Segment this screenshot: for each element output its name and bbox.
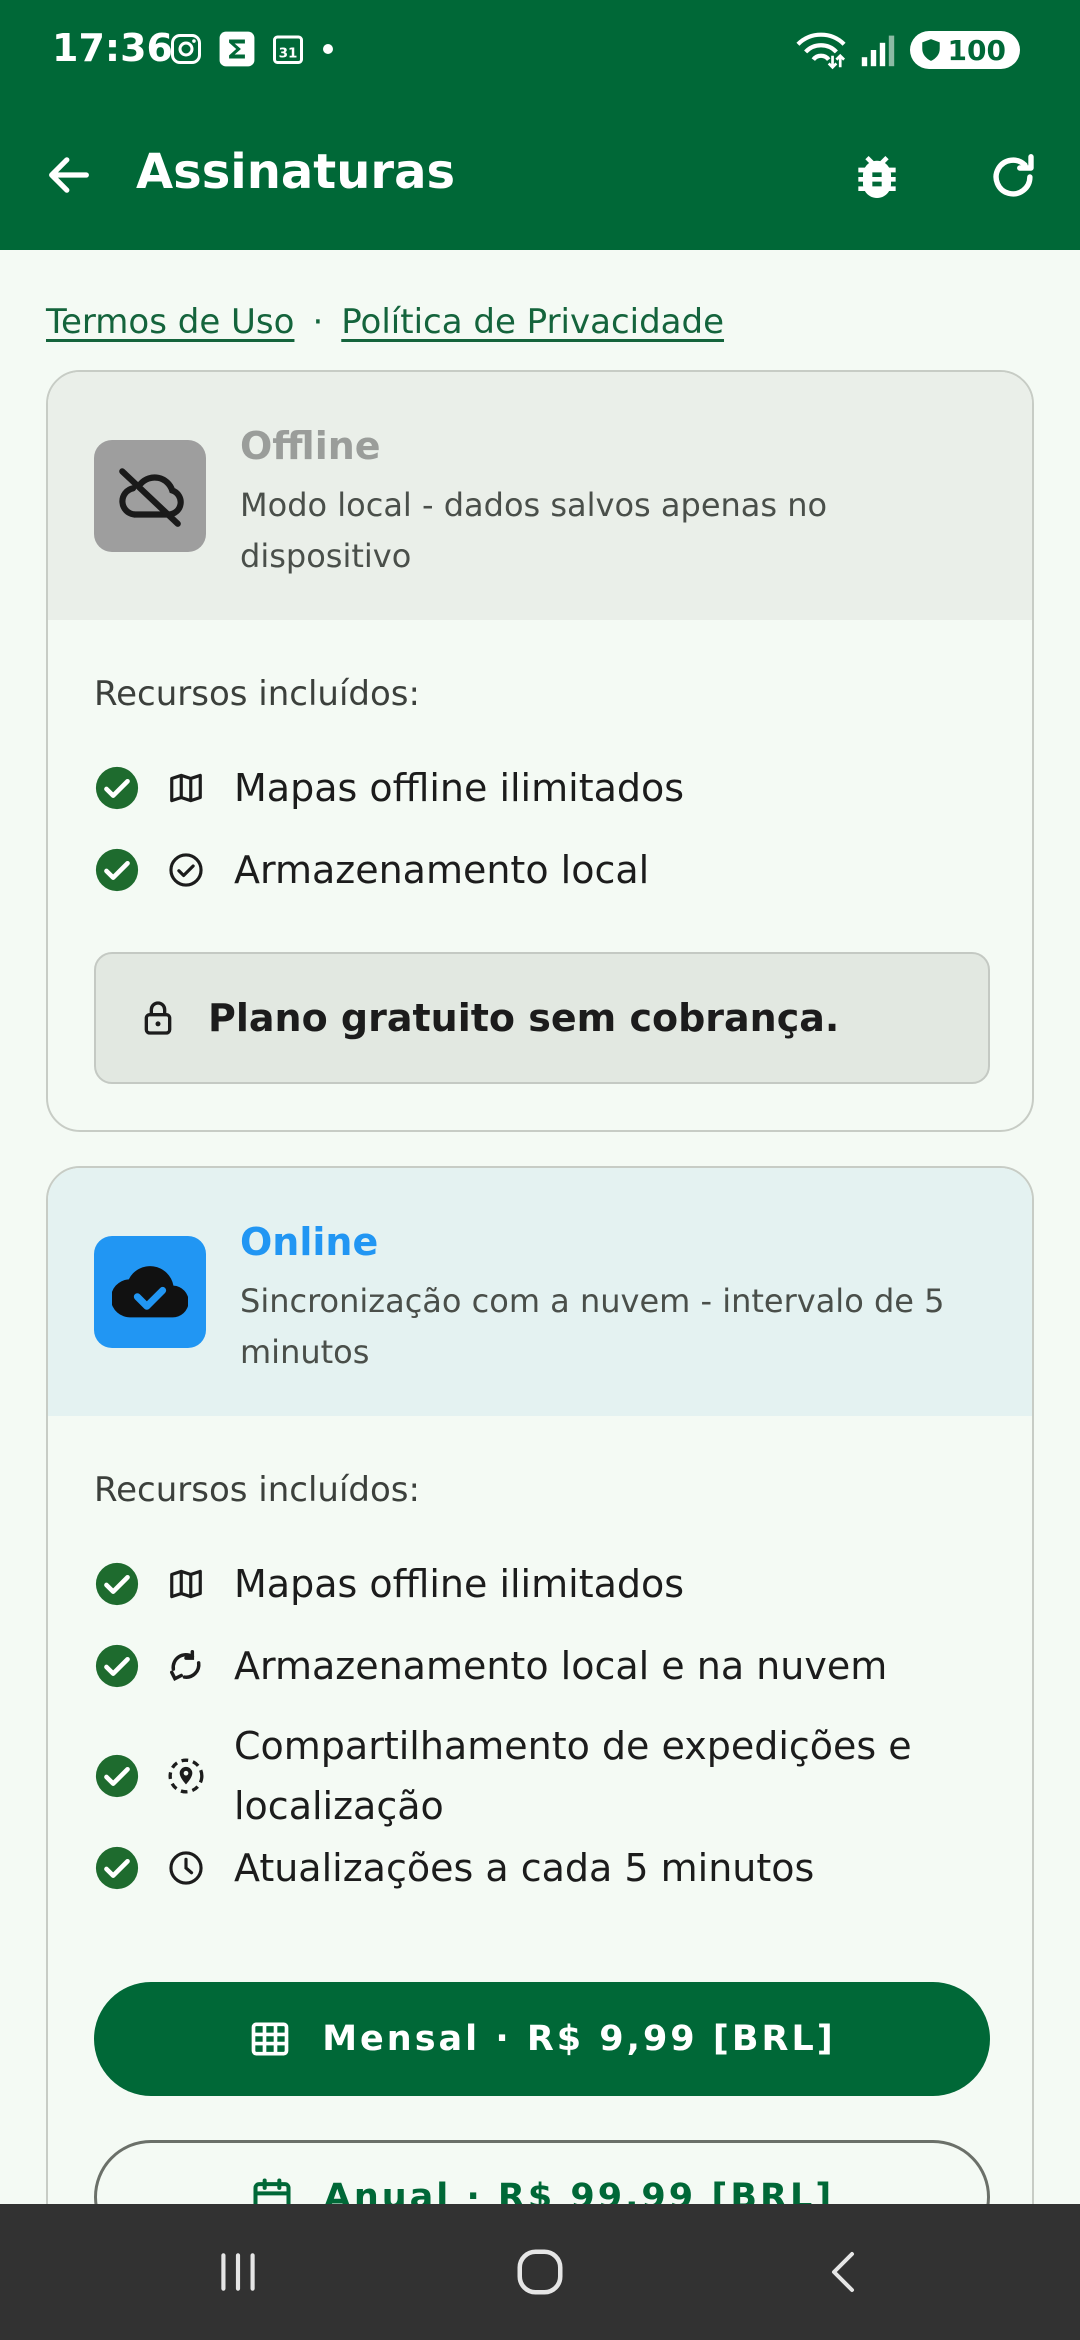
check-circle-filled-icon xyxy=(95,766,139,810)
lock-icon xyxy=(144,1001,172,1035)
feature-item: Mapas offline ilimitados xyxy=(94,758,994,818)
plan-icon-box xyxy=(94,440,206,552)
feature-text: Mapas offline ilimitados xyxy=(234,766,685,810)
wifi-icon xyxy=(795,32,846,70)
check-circle-filled-icon xyxy=(95,848,139,892)
clock-icon xyxy=(169,1851,203,1885)
battery-indicator: 100 xyxy=(909,31,1020,69)
system-navigation-bar xyxy=(0,2204,1080,2340)
back-button[interactable] xyxy=(36,142,102,208)
arrow-back-icon xyxy=(49,157,89,193)
back-nav-icon xyxy=(832,2252,854,2292)
free-plan-text: Plano gratuito sem cobrança. xyxy=(208,996,840,1040)
plan-header: Online Sincronização com a nuvem - inter… xyxy=(48,1168,1032,1416)
share-location-icon xyxy=(168,1758,204,1794)
status-bar: 17:36 31 100 xyxy=(0,0,1080,100)
back-nav-button[interactable] xyxy=(804,2232,884,2312)
plan-icon-box xyxy=(94,1236,206,1348)
check-circle-filled-icon xyxy=(95,1846,139,1890)
status-time: 17:36 xyxy=(52,26,173,70)
home-button[interactable] xyxy=(500,2232,580,2312)
plan-title: Online xyxy=(240,1220,379,1264)
monthly-plan-label: Mensal · R$ 9,99 [BRL] xyxy=(322,2019,836,2059)
notification-icons: 31 xyxy=(168,30,336,68)
privacy-link[interactable]: Política de Privacidade xyxy=(341,302,724,342)
legal-links: Termos de Uso · Política de Privacidade xyxy=(46,302,724,342)
plan-subtitle: Sincronização com a nuvem - intervalo de… xyxy=(240,1282,945,1371)
feature-text: Mapas offline ilimitados xyxy=(234,1562,685,1606)
feature-text: Armazenamento local xyxy=(234,848,650,892)
page-title: Assinaturas xyxy=(136,144,456,200)
recents-icon xyxy=(221,2253,255,2291)
instagram-icon xyxy=(171,34,201,64)
table-icon xyxy=(251,2022,289,2056)
plan-card-online: Online Sincronização com a nuvem - inter… xyxy=(46,1166,1034,2266)
plan-subtitle: Modo local - dados salvos apenas no disp… xyxy=(240,486,828,575)
feature-text: Compartilhamento de expedições e localiz… xyxy=(234,1724,912,1828)
sync-icon xyxy=(170,1650,201,1682)
bug-icon xyxy=(858,156,896,199)
features-label: Recursos incluídos: xyxy=(94,674,420,714)
terms-link[interactable]: Termos de Uso xyxy=(46,302,294,342)
free-plan-notice: Plano gratuito sem cobrança. xyxy=(94,952,990,1084)
features-label: Recursos incluídos: xyxy=(94,1470,420,1510)
check-circle-outline-icon xyxy=(169,853,203,887)
check-circle-filled-icon xyxy=(95,1754,139,1798)
link-separator: · xyxy=(312,302,324,342)
plan-title: Offline xyxy=(240,424,381,468)
feature-item: Armazenamento local xyxy=(94,840,994,900)
dot-icon xyxy=(323,44,333,54)
calendar-31-icon: 31 xyxy=(273,35,303,64)
signal-icon xyxy=(861,35,894,67)
check-circle-filled-icon xyxy=(95,1644,139,1688)
home-icon xyxy=(517,2249,563,2295)
battery-level: 100 xyxy=(947,33,1006,67)
map-icon xyxy=(170,1569,202,1599)
map-icon xyxy=(170,773,202,803)
feature-item: Compartilhamento de expedições e localiz… xyxy=(94,1716,994,1836)
feature-item: Mapas offline ilimitados xyxy=(94,1554,994,1614)
refresh-icon xyxy=(993,154,1034,197)
debug-button[interactable] xyxy=(842,142,912,212)
sigma-app-icon xyxy=(219,31,255,67)
refresh-button[interactable] xyxy=(978,142,1048,212)
svg-text:31: 31 xyxy=(279,45,298,61)
cloud-off-icon xyxy=(119,468,184,527)
recents-button[interactable] xyxy=(198,2232,278,2312)
system-status-icons: 100 xyxy=(795,30,1020,70)
feature-text: Atualizações a cada 5 minutos xyxy=(234,1846,815,1890)
feature-item: Atualizações a cada 5 minutos xyxy=(94,1838,994,1898)
feature-text: Armazenamento local e na nuvem xyxy=(234,1644,888,1688)
cloud-done-icon xyxy=(112,1266,188,1318)
feature-item: Armazenamento local e na nuvem xyxy=(94,1636,994,1696)
plan-card-offline: Offline Modo local - dados salvos apenas… xyxy=(46,370,1034,1132)
app-bar: Assinaturas xyxy=(0,100,1080,250)
check-circle-filled-icon xyxy=(95,1562,139,1606)
plan-header: Offline Modo local - dados salvos apenas… xyxy=(48,372,1032,620)
monthly-subscribe-button[interactable]: Mensal · R$ 9,99 [BRL] xyxy=(94,1982,990,2096)
battery-shield-icon xyxy=(921,39,940,61)
